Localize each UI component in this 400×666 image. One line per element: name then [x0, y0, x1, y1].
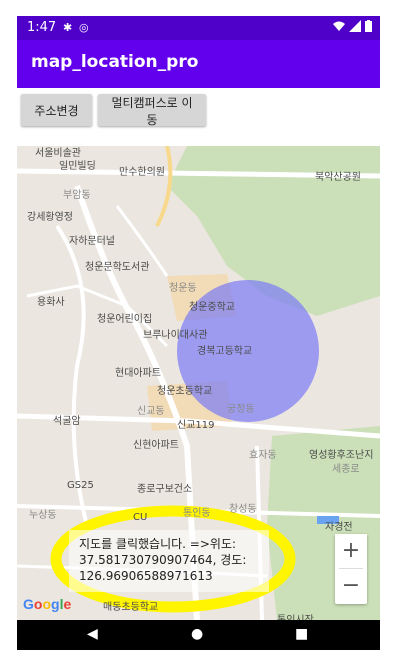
status-time: 1:47 [27, 20, 57, 35]
status-bar: 1:47 ✱ ◎ [17, 16, 380, 40]
map-label: 자하문터널 [69, 236, 115, 247]
zoom-controls: + − [335, 534, 367, 604]
map-label: 청운동 [169, 283, 197, 294]
multi-campus-button[interactable]: 멀티캠퍼스로 이동 [98, 94, 206, 127]
major-road [155, 146, 173, 227]
navigation-bar: ◀ ● ■ [17, 620, 380, 650]
address-change-button[interactable]: 주소변경 [21, 94, 92, 126]
no-disturb-icon: ◎ [79, 21, 89, 34]
map-label: 북악산공원 [315, 172, 361, 183]
recents-icon[interactable]: ■ [295, 626, 308, 642]
app-bar: map_location_pro [17, 40, 380, 88]
map-label: 신교119 [177, 420, 215, 431]
map-label: 영성황후조난지 [309, 450, 374, 461]
notification-icon: ✱ [63, 21, 73, 34]
map-label: 청운중학교 [189, 302, 235, 313]
map-label: 자경전 [325, 522, 353, 533]
map-label: 용화사 [37, 297, 65, 308]
google-logo: Google [23, 596, 72, 612]
app-title: map_location_pro [31, 52, 199, 72]
map-label: 통인동 [183, 508, 211, 519]
map-label: 종로구보건소 [137, 484, 193, 495]
map-label: 효자동 [249, 450, 277, 461]
map-label: GS25 [67, 480, 94, 491]
map-label: 창성동 [229, 504, 257, 515]
map-label: CU [133, 512, 148, 523]
map-label: 일민빌딩 [59, 161, 96, 172]
map-label: 청운문학도서관 [85, 262, 150, 273]
map-label: 만수한의원 [119, 167, 165, 178]
back-icon[interactable]: ◀ [87, 626, 98, 642]
map-label: 신교동 [137, 406, 165, 417]
wifi-icon [333, 21, 345, 31]
home-icon[interactable]: ● [191, 626, 203, 642]
map-view[interactable]: 서울비솔관 일민빌딩 만수한의원 부암동 북악산공원 강세황영정 자하문터널 청… [17, 146, 380, 620]
map-label: 신현아파트 [133, 440, 179, 451]
map-label: 부암동 [63, 190, 91, 201]
map-label: 누상동 [29, 510, 57, 521]
map-label: 세종로 [332, 464, 360, 475]
map-label: 강세황영정 [27, 212, 73, 223]
phone-screen: 1:47 ✱ ◎ map_location_pro 주소변경 멀티캠퍼스로 이동 [17, 16, 380, 650]
zoom-out-button[interactable]: − [335, 569, 367, 603]
battery-icon [365, 20, 372, 32]
button-toolbar: 주소변경 멀티캠퍼스로 이동 [17, 88, 380, 146]
zoom-in-button[interactable]: + [335, 534, 367, 568]
map-label: 브루나이대사관 [143, 330, 208, 341]
map-label: 석굴암 [53, 416, 81, 427]
map-label: 매동초등학교 [103, 602, 159, 613]
map-label: 경복고등학교 [197, 346, 253, 357]
map-label: 통인시장 [277, 611, 314, 620]
map-label: 현대아파트 [115, 368, 161, 379]
click-info-text: 지도를 클릭했습니다. =>위도: 37.581730790907464, 경도… [79, 537, 247, 583]
map-label: 청운어린이집 [97, 314, 153, 325]
map-label: 청운초등학교 [157, 386, 213, 397]
signal-icon [349, 20, 361, 32]
map-label: 궁정동 [227, 404, 255, 415]
